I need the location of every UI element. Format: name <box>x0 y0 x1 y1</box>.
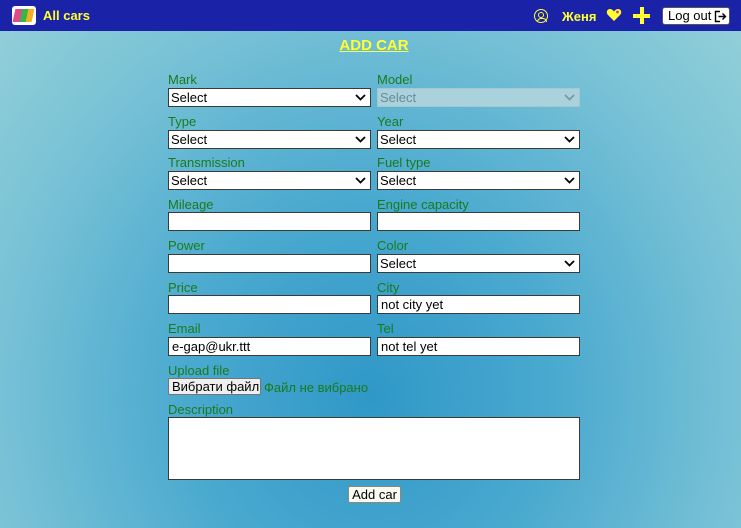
chevron-down-icon <box>355 177 366 184</box>
top-navbar: All cars Женя Log out <box>0 0 741 31</box>
chevron-down-icon <box>355 136 366 143</box>
description-textarea[interactable] <box>168 417 580 480</box>
type-select-value: Select <box>171 132 208 147</box>
mark-label: Mark <box>168 72 197 87</box>
mark-select[interactable]: Select <box>168 88 371 107</box>
logout-button[interactable]: Log out <box>662 7 730 25</box>
app-logo-icon[interactable] <box>12 6 36 25</box>
logout-label: Log out <box>668 8 712 23</box>
color-label: Color <box>377 238 409 253</box>
transmission-select-value: Select <box>171 173 208 188</box>
model-select[interactable]: Select <box>377 88 580 107</box>
city-input[interactable]: not city yet <box>377 295 580 314</box>
type-select[interactable]: Select <box>168 130 371 149</box>
color-select-value: Select <box>380 256 417 271</box>
tel-label: Tel <box>377 321 394 336</box>
model-label: Model <box>377 72 413 87</box>
chevron-down-icon <box>355 94 366 101</box>
engine-capacity-label: Engine capacity <box>377 197 469 212</box>
fuel-type-label: Fuel type <box>377 155 431 170</box>
transmission-label: Transmission <box>168 155 245 170</box>
city-label: City <box>377 280 400 295</box>
add-car-button[interactable]: Add car <box>348 486 401 503</box>
all-cars-link[interactable]: All cars <box>43 8 90 23</box>
chevron-down-icon <box>564 177 575 184</box>
chevron-down-icon <box>564 94 575 101</box>
upload-file-label: Upload file <box>168 363 230 378</box>
price-label: Price <box>168 280 198 295</box>
engine-capacity-input[interactable] <box>377 212 580 231</box>
mileage-label: Mileage <box>168 197 214 212</box>
mileage-input[interactable] <box>168 212 371 231</box>
user-circle-icon[interactable] <box>534 9 548 23</box>
color-select[interactable]: Select <box>377 254 580 273</box>
chevron-down-icon <box>564 136 575 143</box>
logout-arrow-icon <box>714 10 727 23</box>
type-label: Type <box>168 114 197 129</box>
power-input[interactable] <box>168 254 371 273</box>
tel-input[interactable]: not tel yet <box>377 337 580 356</box>
fuel-type-select[interactable]: Select <box>377 171 580 190</box>
username-link[interactable]: Женя <box>562 9 596 24</box>
description-label: Description <box>168 402 234 417</box>
choose-file-button[interactable]: Вибрати файл <box>168 378 261 395</box>
fuel-type-select-value: Select <box>380 173 417 188</box>
plus-icon[interactable] <box>632 6 651 25</box>
chevron-down-icon <box>564 260 575 267</box>
transmission-select[interactable]: Select <box>168 171 371 190</box>
year-select[interactable]: Select <box>377 130 580 149</box>
mark-select-value: Select <box>171 90 208 105</box>
heart-icon[interactable] <box>606 7 622 23</box>
year-select-value: Select <box>380 132 417 147</box>
email-label: Email <box>168 321 201 336</box>
power-label: Power <box>168 238 205 253</box>
file-status-text: Файл не вибрано <box>264 380 369 395</box>
page-title: ADD CAR <box>339 37 409 54</box>
email-input[interactable]: e-gap@ukr.ttt <box>168 337 371 356</box>
year-label: Year <box>377 114 404 129</box>
model-select-value: Select <box>380 90 417 105</box>
price-input[interactable] <box>168 295 371 314</box>
